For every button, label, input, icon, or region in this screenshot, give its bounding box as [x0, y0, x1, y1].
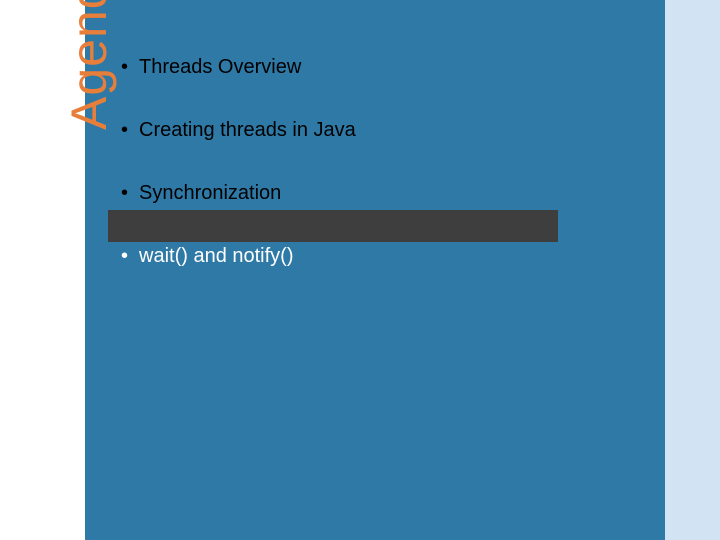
agenda-list: • Threads Overview • Creating threads in…: [125, 50, 665, 302]
bullet-icon: •: [121, 56, 128, 79]
agenda-item: • Synchronization: [125, 176, 665, 211]
agenda-item-text: wait() and notify(): [139, 245, 294, 267]
agenda-item-text: Synchronization: [139, 182, 281, 204]
right-column: [665, 0, 720, 540]
bullet-icon: •: [121, 245, 128, 268]
bullet-icon: •: [121, 119, 128, 142]
agenda-item-text: Threads Overview: [139, 56, 301, 78]
bullet-icon: •: [121, 182, 128, 205]
slide: Agenda • Threads Overview • Creating thr…: [0, 0, 720, 540]
slide-title: Agenda: [60, 0, 118, 130]
agenda-item: • Creating threads in Java: [125, 113, 665, 148]
agenda-item: • Threads Overview: [125, 50, 665, 85]
agenda-item-text: Creating threads in Java: [139, 119, 356, 141]
agenda-item-highlighted: • wait() and notify(): [125, 239, 665, 274]
